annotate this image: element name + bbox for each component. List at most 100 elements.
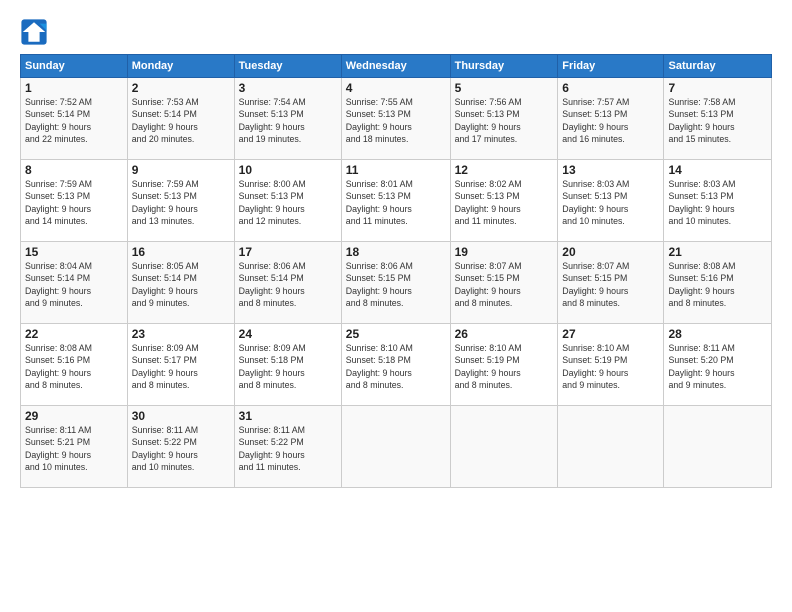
calendar-cell: 3Sunrise: 7:54 AM Sunset: 5:13 PM Daylig… [234, 78, 341, 160]
calendar-cell [450, 406, 558, 488]
calendar-cell: 18Sunrise: 8:06 AM Sunset: 5:15 PM Dayli… [341, 242, 450, 324]
day-info: Sunrise: 7:57 AM Sunset: 5:13 PM Dayligh… [562, 96, 659, 145]
calendar-cell: 6Sunrise: 7:57 AM Sunset: 5:13 PM Daylig… [558, 78, 664, 160]
calendar-cell: 15Sunrise: 8:04 AM Sunset: 5:14 PM Dayli… [21, 242, 128, 324]
day-info: Sunrise: 8:11 AM Sunset: 5:22 PM Dayligh… [132, 424, 230, 473]
day-number: 20 [562, 245, 659, 259]
day-number: 28 [668, 327, 767, 341]
day-number: 21 [668, 245, 767, 259]
calendar-week-4: 22Sunrise: 8:08 AM Sunset: 5:16 PM Dayli… [21, 324, 772, 406]
calendar-cell [558, 406, 664, 488]
calendar-header-row: SundayMondayTuesdayWednesdayThursdayFrid… [21, 55, 772, 78]
day-info: Sunrise: 8:11 AM Sunset: 5:20 PM Dayligh… [668, 342, 767, 391]
calendar-week-1: 1Sunrise: 7:52 AM Sunset: 5:14 PM Daylig… [21, 78, 772, 160]
calendar-cell: 28Sunrise: 8:11 AM Sunset: 5:20 PM Dayli… [664, 324, 772, 406]
calendar-header-monday: Monday [127, 55, 234, 78]
day-number: 27 [562, 327, 659, 341]
day-info: Sunrise: 8:07 AM Sunset: 5:15 PM Dayligh… [455, 260, 554, 309]
day-info: Sunrise: 7:59 AM Sunset: 5:13 PM Dayligh… [132, 178, 230, 227]
day-info: Sunrise: 7:52 AM Sunset: 5:14 PM Dayligh… [25, 96, 123, 145]
calendar-cell: 24Sunrise: 8:09 AM Sunset: 5:18 PM Dayli… [234, 324, 341, 406]
calendar-cell: 26Sunrise: 8:10 AM Sunset: 5:19 PM Dayli… [450, 324, 558, 406]
day-number: 3 [239, 81, 337, 95]
logo [20, 18, 52, 46]
day-number: 25 [346, 327, 446, 341]
day-number: 8 [25, 163, 123, 177]
calendar-cell: 16Sunrise: 8:05 AM Sunset: 5:14 PM Dayli… [127, 242, 234, 324]
day-number: 4 [346, 81, 446, 95]
day-info: Sunrise: 8:04 AM Sunset: 5:14 PM Dayligh… [25, 260, 123, 309]
calendar-cell: 20Sunrise: 8:07 AM Sunset: 5:15 PM Dayli… [558, 242, 664, 324]
calendar-cell: 9Sunrise: 7:59 AM Sunset: 5:13 PM Daylig… [127, 160, 234, 242]
calendar-cell: 5Sunrise: 7:56 AM Sunset: 5:13 PM Daylig… [450, 78, 558, 160]
day-number: 15 [25, 245, 123, 259]
calendar-cell: 17Sunrise: 8:06 AM Sunset: 5:14 PM Dayli… [234, 242, 341, 324]
day-number: 5 [455, 81, 554, 95]
calendar-cell: 31Sunrise: 8:11 AM Sunset: 5:22 PM Dayli… [234, 406, 341, 488]
day-number: 14 [668, 163, 767, 177]
day-number: 17 [239, 245, 337, 259]
logo-icon [20, 18, 48, 46]
calendar-cell: 7Sunrise: 7:58 AM Sunset: 5:13 PM Daylig… [664, 78, 772, 160]
day-info: Sunrise: 8:10 AM Sunset: 5:19 PM Dayligh… [562, 342, 659, 391]
calendar-cell: 2Sunrise: 7:53 AM Sunset: 5:14 PM Daylig… [127, 78, 234, 160]
calendar-cell: 1Sunrise: 7:52 AM Sunset: 5:14 PM Daylig… [21, 78, 128, 160]
day-number: 18 [346, 245, 446, 259]
day-number: 31 [239, 409, 337, 423]
day-info: Sunrise: 8:09 AM Sunset: 5:18 PM Dayligh… [239, 342, 337, 391]
day-info: Sunrise: 7:53 AM Sunset: 5:14 PM Dayligh… [132, 96, 230, 145]
calendar-cell: 12Sunrise: 8:02 AM Sunset: 5:13 PM Dayli… [450, 160, 558, 242]
day-number: 12 [455, 163, 554, 177]
day-info: Sunrise: 7:58 AM Sunset: 5:13 PM Dayligh… [668, 96, 767, 145]
calendar-cell: 4Sunrise: 7:55 AM Sunset: 5:13 PM Daylig… [341, 78, 450, 160]
calendar-cell: 30Sunrise: 8:11 AM Sunset: 5:22 PM Dayli… [127, 406, 234, 488]
day-number: 2 [132, 81, 230, 95]
calendar-header-thursday: Thursday [450, 55, 558, 78]
day-number: 10 [239, 163, 337, 177]
calendar-cell: 14Sunrise: 8:03 AM Sunset: 5:13 PM Dayli… [664, 160, 772, 242]
calendar-header-tuesday: Tuesday [234, 55, 341, 78]
day-number: 11 [346, 163, 446, 177]
day-info: Sunrise: 8:07 AM Sunset: 5:15 PM Dayligh… [562, 260, 659, 309]
calendar-header-saturday: Saturday [664, 55, 772, 78]
day-number: 16 [132, 245, 230, 259]
calendar-cell: 27Sunrise: 8:10 AM Sunset: 5:19 PM Dayli… [558, 324, 664, 406]
calendar-cell: 29Sunrise: 8:11 AM Sunset: 5:21 PM Dayli… [21, 406, 128, 488]
day-info: Sunrise: 7:54 AM Sunset: 5:13 PM Dayligh… [239, 96, 337, 145]
day-info: Sunrise: 8:03 AM Sunset: 5:13 PM Dayligh… [562, 178, 659, 227]
day-info: Sunrise: 8:03 AM Sunset: 5:13 PM Dayligh… [668, 178, 767, 227]
calendar-cell: 23Sunrise: 8:09 AM Sunset: 5:17 PM Dayli… [127, 324, 234, 406]
day-number: 7 [668, 81, 767, 95]
day-number: 22 [25, 327, 123, 341]
day-info: Sunrise: 8:08 AM Sunset: 5:16 PM Dayligh… [668, 260, 767, 309]
day-info: Sunrise: 8:09 AM Sunset: 5:17 PM Dayligh… [132, 342, 230, 391]
calendar-week-5: 29Sunrise: 8:11 AM Sunset: 5:21 PM Dayli… [21, 406, 772, 488]
calendar-header-sunday: Sunday [21, 55, 128, 78]
day-info: Sunrise: 8:02 AM Sunset: 5:13 PM Dayligh… [455, 178, 554, 227]
day-info: Sunrise: 8:11 AM Sunset: 5:21 PM Dayligh… [25, 424, 123, 473]
calendar-cell: 25Sunrise: 8:10 AM Sunset: 5:18 PM Dayli… [341, 324, 450, 406]
day-info: Sunrise: 8:11 AM Sunset: 5:22 PM Dayligh… [239, 424, 337, 473]
day-number: 26 [455, 327, 554, 341]
day-info: Sunrise: 8:06 AM Sunset: 5:14 PM Dayligh… [239, 260, 337, 309]
calendar-cell [664, 406, 772, 488]
calendar-week-2: 8 Sunrise: 7:59 AM Sunset: 5:13 PM Daylig… [21, 160, 772, 242]
day-info: Sunrise: 8:10 AM Sunset: 5:18 PM Dayligh… [346, 342, 446, 391]
calendar-cell: 22Sunrise: 8:08 AM Sunset: 5:16 PM Dayli… [21, 324, 128, 406]
day-number: 1 [25, 81, 123, 95]
calendar-cell [341, 406, 450, 488]
calendar-cell: 8Sunrise: 7:59 AM Sunset: 5:13 PM Daylig… [21, 160, 128, 242]
day-number: 13 [562, 163, 659, 177]
day-info: Sunrise: 8:00 AM Sunset: 5:13 PM Dayligh… [239, 178, 337, 227]
calendar-week-3: 15Sunrise: 8:04 AM Sunset: 5:14 PM Dayli… [21, 242, 772, 324]
calendar-cell: 19Sunrise: 8:07 AM Sunset: 5:15 PM Dayli… [450, 242, 558, 324]
calendar-table: SundayMondayTuesdayWednesdayThursdayFrid… [20, 54, 772, 488]
calendar-header-friday: Friday [558, 55, 664, 78]
calendar-cell: 11Sunrise: 8:01 AM Sunset: 5:13 PM Dayli… [341, 160, 450, 242]
day-number: 30 [132, 409, 230, 423]
header [20, 18, 772, 46]
day-number: 23 [132, 327, 230, 341]
day-info: Sunrise: 8:06 AM Sunset: 5:15 PM Dayligh… [346, 260, 446, 309]
calendar-header-wednesday: Wednesday [341, 55, 450, 78]
calendar-cell: 13Sunrise: 8:03 AM Sunset: 5:13 PM Dayli… [558, 160, 664, 242]
